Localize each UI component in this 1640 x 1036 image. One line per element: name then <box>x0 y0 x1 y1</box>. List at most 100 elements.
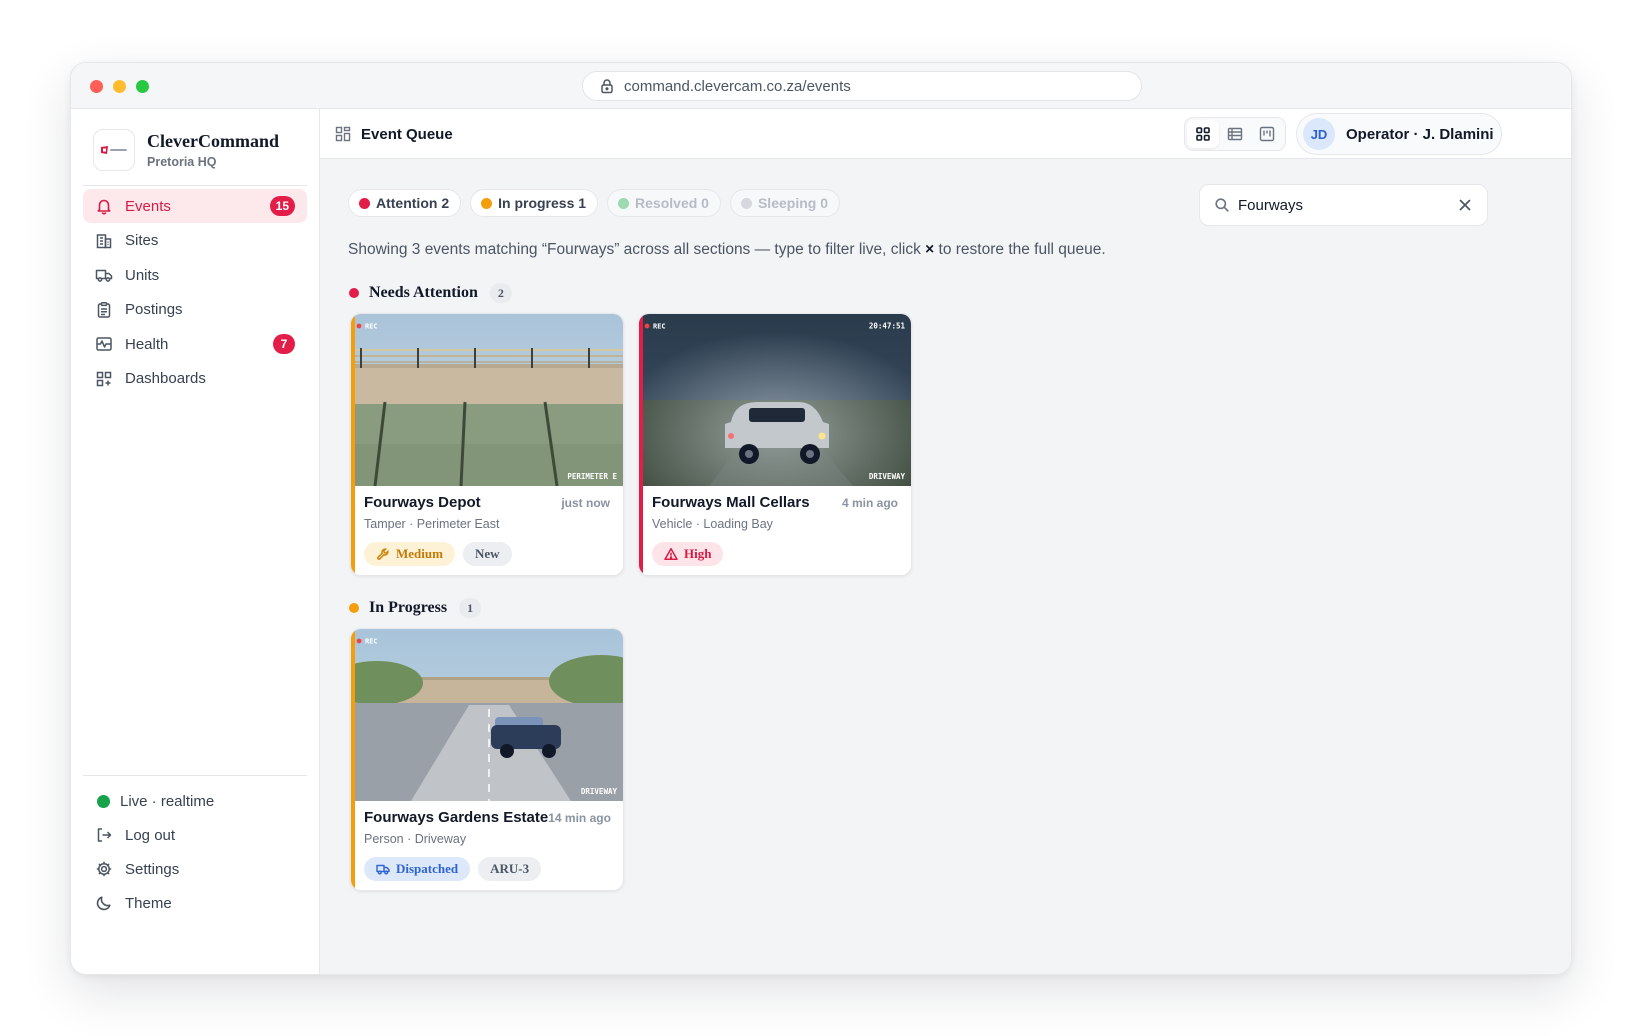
sidebar-item-health[interactable]: Health 7 <box>83 327 307 361</box>
board-icon <box>1259 126 1275 142</box>
severity-badge: High <box>652 542 724 566</box>
unit-badge: ARU-3 <box>478 857 542 881</box>
filter-attention[interactable]: Attention 2 <box>348 189 462 217</box>
event-time: 4 min ago <box>841 495 898 510</box>
search-box <box>1199 184 1488 226</box>
operator-menu[interactable]: JD Operator · J. Dlamini <box>1296 113 1502 155</box>
theme-toggle[interactable]: Theme <box>83 886 307 920</box>
camera-label: DRIVEWAY <box>869 472 906 481</box>
live-status-label: Live · realtime <box>120 792 215 810</box>
estate-camera-image: REC DRIVEWAY <box>351 629 623 801</box>
wrench-icon <box>377 548 389 560</box>
in-progress-dot <box>481 197 493 209</box>
view-switcher <box>1184 117 1286 151</box>
perimeter-camera-image: REC PERIMETER E <box>351 314 623 486</box>
results-summary-text-end: to restore the full queue. <box>934 241 1106 258</box>
section-title: Needs Attention <box>369 284 478 301</box>
avatar: JD <box>1303 118 1335 150</box>
events-count-badge: 15 <box>269 196 295 216</box>
sleeping-dot <box>740 197 752 209</box>
truck-icon <box>95 269 113 282</box>
filter-in-progress[interactable]: In progress 1 <box>470 189 599 217</box>
event-time: just now <box>561 495 610 510</box>
sidebar-item-sites[interactable]: Sites <box>83 224 307 258</box>
topbar: Event Queue JD Operator · J. Dlamini <box>320 109 1571 159</box>
sidebar-item-label: Dashboards <box>125 370 206 387</box>
event-time: 14 min ago <box>548 810 611 825</box>
status-filters: Attention 2 In progress 1 Resolved 0 Sle… <box>348 189 849 217</box>
clevercam-logo-icon <box>101 146 127 154</box>
bell-icon <box>97 199 111 215</box>
event-site-name: Fourways Gardens Estate <box>364 809 549 826</box>
section-count: 1 <box>459 598 482 618</box>
event-card[interactable]: REC 20:47:51 DRIVEWAY Fourways Mall Cell… <box>638 313 912 576</box>
sidebar-nav: Events 15 Sites Units Postings Health 7 <box>83 189 307 396</box>
dashboard-icon <box>96 371 112 386</box>
card-accent <box>351 314 355 575</box>
sidebar-item-label: Events <box>125 197 171 215</box>
clear-symbol: × <box>925 241 935 258</box>
sidebar-item-label: Postings <box>125 301 183 318</box>
results-summary: Showing 3 events matching “Fourways” acr… <box>348 241 1106 259</box>
live-status-dot <box>97 794 110 808</box>
camera-feed: REC PERIMETER E <box>351 314 623 486</box>
search-input[interactable] <box>1238 196 1448 214</box>
queue-icon <box>335 126 351 142</box>
grid-view-button[interactable] <box>1187 120 1219 148</box>
brand[interactable]: CleverCommand Pretoria HQ <box>93 129 279 171</box>
section-count: 2 <box>489 283 512 303</box>
brand-subtitle: Pretoria HQ <box>147 155 217 169</box>
operator-name: Operator · J. Dlamini <box>1346 125 1494 143</box>
page-title-text: Event Queue <box>361 125 453 143</box>
pulse-icon <box>96 337 112 351</box>
section-header-in-progress: In Progress 1 <box>349 598 482 618</box>
severity-badge: Medium <box>364 542 455 566</box>
list-view-button[interactable] <box>1219 120 1251 148</box>
maximize-window-button[interactable] <box>136 80 149 93</box>
event-type: Tamper · Perimeter East <box>364 517 500 531</box>
logout-button[interactable]: Log out <box>83 818 307 852</box>
event-site-name: Fourways Mall Cellars <box>652 494 810 511</box>
close-icon[interactable] <box>1457 197 1473 213</box>
address-bar[interactable]: command.clevercam.co.za/events <box>582 71 1142 101</box>
building-icon <box>96 233 112 248</box>
card-accent <box>351 629 355 890</box>
url-text: command.clevercam.co.za/events <box>624 77 851 95</box>
rec-label: REC <box>653 323 666 331</box>
sidebar-item-units[interactable]: Units <box>83 258 307 292</box>
attention-dot <box>359 197 370 209</box>
filter-label: Sleeping 0 <box>757 195 828 211</box>
minimize-window-button[interactable] <box>113 80 126 93</box>
settings-button[interactable]: Settings <box>83 852 307 886</box>
filter-resolved[interactable]: Resolved 0 <box>607 189 721 217</box>
camera-clock: 20:47:51 <box>869 322 906 331</box>
event-card[interactable]: REC DRIVEWAY Fourways Gardens Estate 14 … <box>350 628 624 891</box>
results-summary-text: Showing 3 events matching “Fourways” acr… <box>348 241 926 258</box>
event-site-name: Fourways Depot <box>364 494 481 511</box>
sidebar-footer: Live · realtime Log out Settings Theme <box>83 775 307 920</box>
severity-label: Medium <box>396 546 443 561</box>
warning-icon <box>664 548 678 560</box>
main-content: Attention 2 In progress 1 Resolved 0 Sle… <box>320 159 1571 974</box>
sidebar: CleverCommand Pretoria HQ Events 15 Site… <box>71 109 320 974</box>
event-card[interactable]: REC PERIMETER E Fourways Depot just now … <box>350 313 624 576</box>
page-title: Event Queue <box>335 109 453 159</box>
sidebar-item-dashboards[interactable]: Dashboards <box>83 362 307 396</box>
filter-label: Resolved 0 <box>635 195 709 211</box>
sidebar-item-postings[interactable]: Postings <box>83 293 307 327</box>
truck-icon <box>376 864 390 875</box>
board-view-button[interactable] <box>1251 120 1283 148</box>
sidebar-item-events[interactable]: Events 15 <box>83 189 307 223</box>
section-dot <box>349 288 359 298</box>
brand-name: CleverCommand <box>147 131 279 151</box>
settings-label: Settings <box>125 860 180 878</box>
browser-titlebar: command.clevercam.co.za/events <box>71 63 1571 109</box>
close-window-button[interactable] <box>90 80 103 93</box>
lock-icon <box>601 79 613 94</box>
severity-label: High <box>684 546 712 561</box>
sidebar-item-label: Health <box>125 335 169 353</box>
filter-sleeping[interactable]: Sleeping 0 <box>729 189 840 217</box>
health-count-badge: 7 <box>273 334 295 354</box>
brand-logo <box>93 129 135 171</box>
divider <box>83 185 307 186</box>
